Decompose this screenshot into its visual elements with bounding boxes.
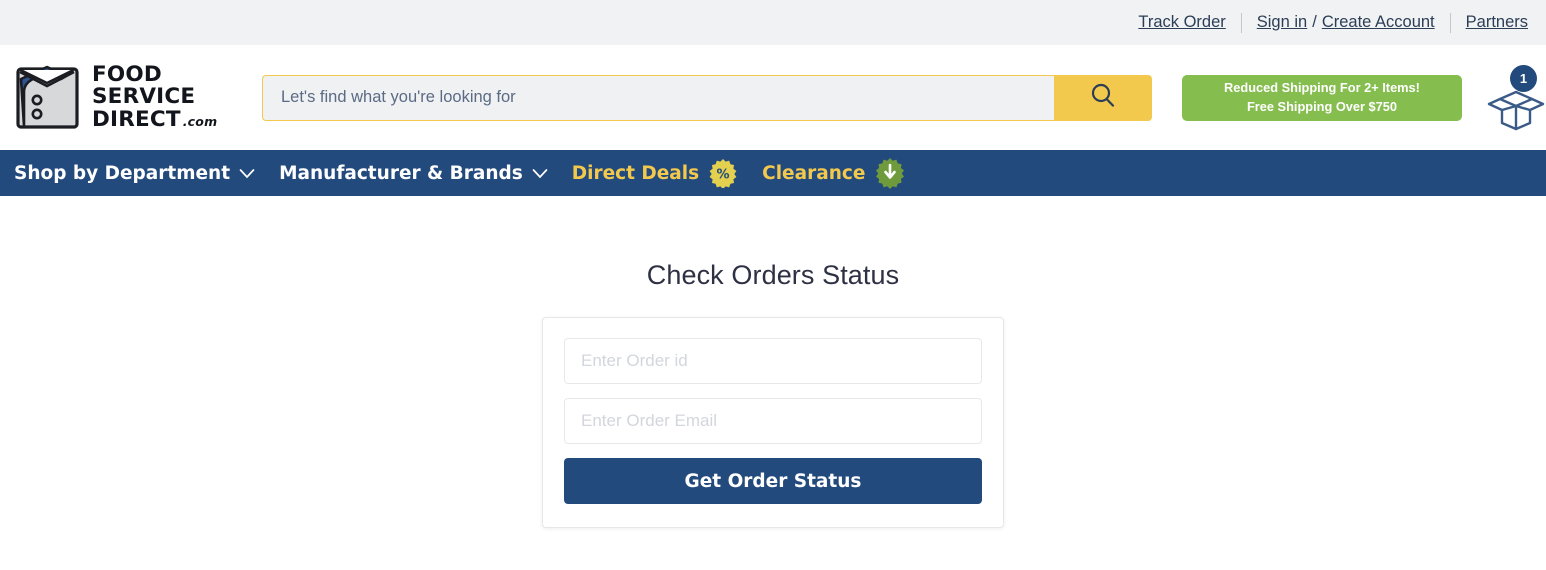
sign-in-link[interactable]: Sign in (1257, 13, 1307, 32)
partners-link[interactable]: Partners (1466, 13, 1528, 32)
shipping-promo-banner[interactable]: Reduced Shipping For 2+ Items! Free Ship… (1182, 74, 1462, 121)
clearance-arrow-badge-icon (874, 157, 906, 189)
nav-manufacturer-brands[interactable]: Manufacturer & Brands (267, 150, 560, 196)
cart-button[interactable]: 1 (1486, 64, 1546, 131)
logo-line-1: FOOD SERVICE (92, 61, 196, 110)
track-order-link[interactable]: Track Order (1138, 13, 1225, 32)
chevron-down-icon (239, 163, 255, 184)
search-button[interactable] (1054, 74, 1152, 121)
logo-wordmark: FOOD SERVICE DIRECT .com (92, 61, 232, 132)
main-header: FOOD SERVICE DIRECT .com Reduced Shippin… (0, 45, 1546, 150)
chef-coat-icon (14, 64, 81, 132)
promo-line-1: Reduced Shipping For 2+ Items! (1224, 80, 1420, 96)
get-order-status-button[interactable]: Get Order Status (564, 458, 982, 504)
logo-line-2: DIRECT (92, 106, 181, 132)
svg-text:%: % (717, 168, 730, 183)
search-bar (262, 74, 1152, 121)
order-email-input[interactable] (564, 398, 982, 444)
nav-label: Clearance (762, 162, 866, 184)
account-links-group: Sign in / Create Account (1257, 13, 1435, 32)
nav-direct-deals[interactable]: Direct Deals % (560, 150, 750, 196)
utility-divider (1449, 12, 1451, 33)
page-title: Check Orders Status (646, 260, 900, 290)
main-content: Check Orders Status Get Order Status (0, 196, 1546, 570)
create-account-link[interactable]: Create Account (1322, 13, 1435, 32)
nav-shop-by-department[interactable]: Shop by Department (2, 150, 267, 196)
logo-domain-suffix: .com (182, 113, 218, 129)
nav-label: Direct Deals (571, 162, 700, 184)
main-navigation: Shop by Department Manufacturer & Brands… (0, 150, 1546, 196)
utility-links: Track Order Sign in / Create Account Par… (1138, 12, 1528, 33)
nav-label: Manufacturer & Brands (279, 162, 523, 184)
cart-count-badge: 1 (1510, 64, 1537, 92)
chevron-down-icon (532, 163, 548, 184)
site-logo[interactable]: FOOD SERVICE DIRECT .com (14, 61, 232, 132)
search-input[interactable] (262, 74, 1054, 121)
nav-clearance[interactable]: Clearance (750, 150, 918, 196)
percent-badge-icon: % (708, 158, 738, 188)
order-id-input[interactable] (564, 338, 982, 384)
promo-line-2: Free Shipping Over $750 (1246, 98, 1398, 114)
nav-label: Shop by Department (14, 162, 231, 184)
account-links-slash: / (1312, 13, 1317, 31)
order-status-card: Get Order Status (542, 317, 1004, 528)
search-icon (1088, 81, 1118, 114)
utility-divider (1240, 12, 1242, 33)
utility-bar: Track Order Sign in / Create Account Par… (0, 0, 1546, 45)
